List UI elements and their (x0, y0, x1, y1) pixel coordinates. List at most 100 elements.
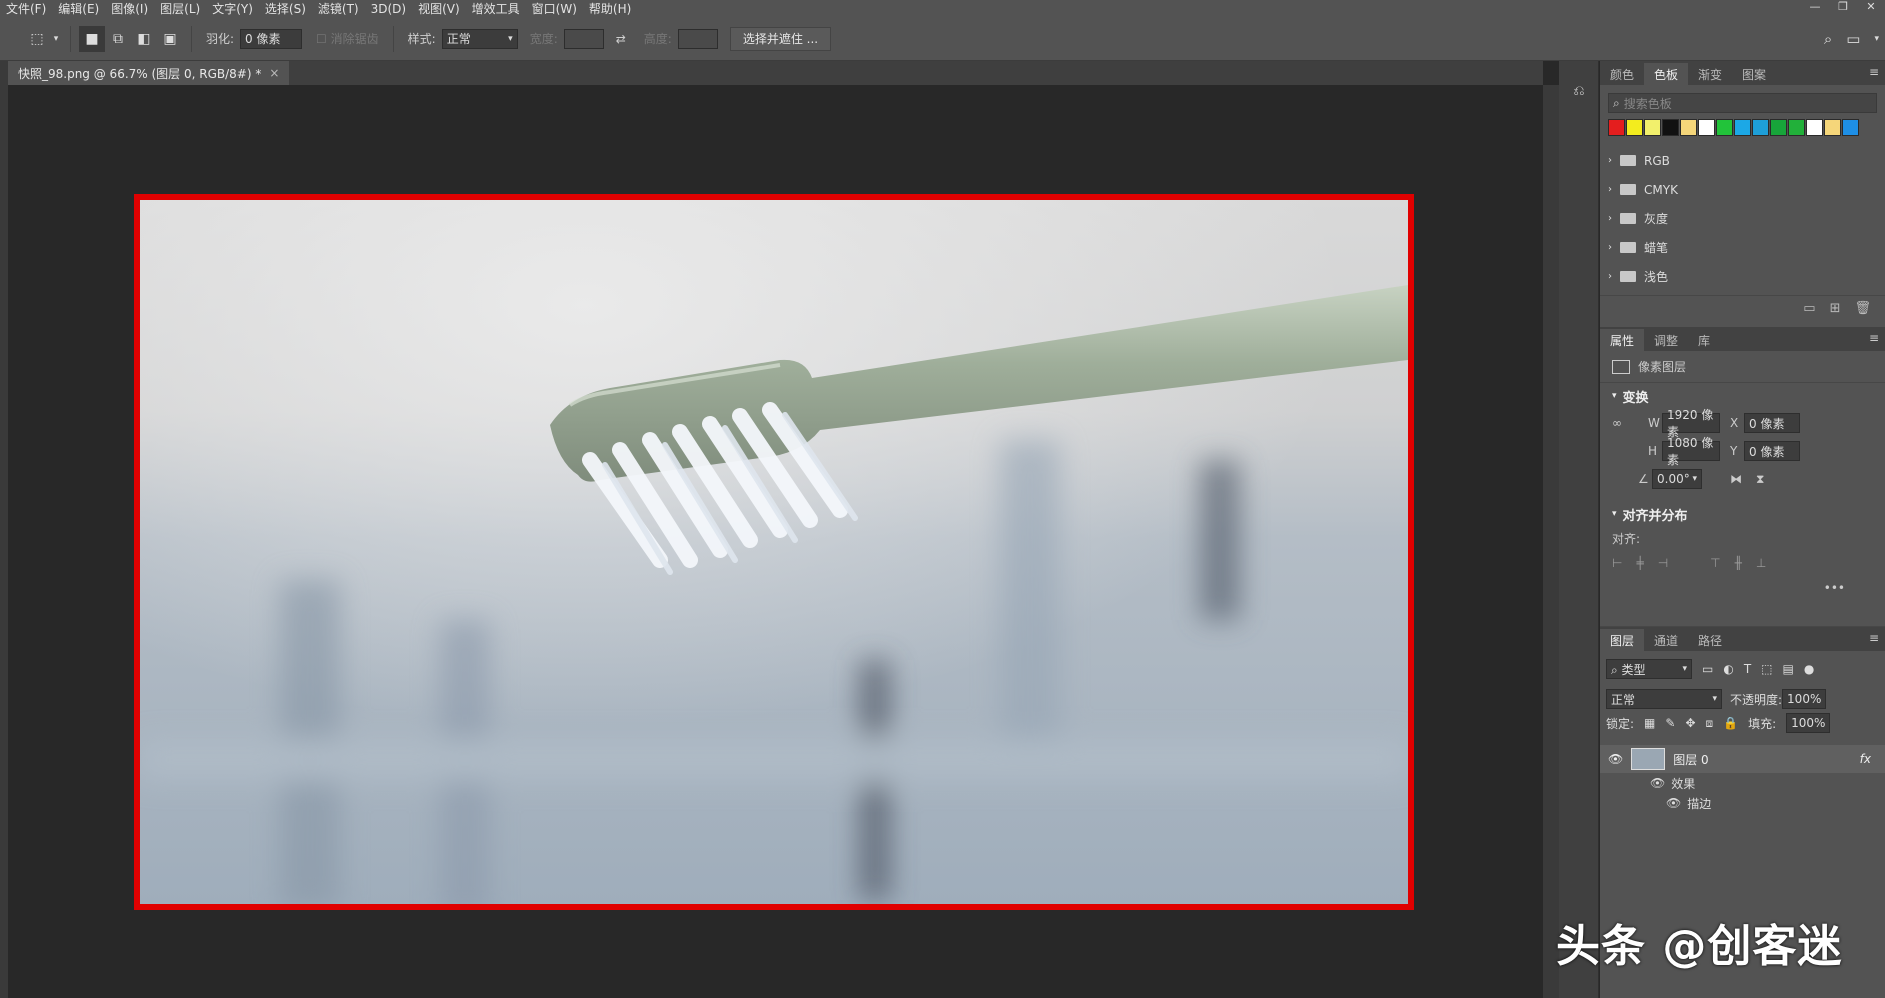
add-selection-icon[interactable]: ⧉ (105, 26, 131, 52)
tab-properties[interactable]: 属性 (1600, 329, 1645, 351)
color-swatch[interactable] (1626, 119, 1643, 136)
fx-badge[interactable]: fx (1860, 752, 1871, 766)
width-input[interactable] (563, 28, 604, 49)
feather-input[interactable]: 0 像素 (240, 28, 303, 49)
menu-item[interactable]: 文件(F) (0, 0, 52, 17)
opacity-field[interactable]: 100% (1782, 689, 1827, 709)
tab-adjustments[interactable]: 调整 (1644, 329, 1688, 351)
menu-item[interactable]: 3D(D) (365, 2, 412, 16)
height-input[interactable] (677, 28, 718, 49)
filter-toggle-icon[interactable]: ● (1804, 662, 1814, 676)
menu-item[interactable]: 图像(I) (105, 0, 154, 17)
height-field[interactable]: 1080 像素 (1662, 436, 1720, 467)
eye-icon[interactable]: 👁 (1608, 752, 1623, 766)
new-group-icon[interactable]: ▭ (1803, 301, 1815, 316)
color-swatch[interactable] (1788, 119, 1805, 136)
swatches-search[interactable]: ⌕ 搜索色板 (1608, 93, 1877, 113)
menu-item[interactable]: 图层(L) (154, 0, 206, 17)
color-swatch[interactable] (1662, 119, 1679, 136)
menu-item[interactable]: 选择(S) (259, 0, 312, 17)
align-section-header[interactable]: ▾ 对齐并分布 (1600, 501, 1885, 527)
menu-item[interactable]: 窗口(W) (526, 0, 583, 17)
tab-channels[interactable]: 通道 (1644, 629, 1688, 651)
blend-mode-select[interactable]: 正常 ▾ (1606, 689, 1722, 709)
align-top-icon[interactable]: ⊤ (1710, 556, 1720, 570)
filter-kind-select[interactable]: ⌕ 类型 ▾ (1606, 659, 1692, 679)
eye-icon[interactable]: 👁 (1666, 796, 1681, 810)
color-swatch[interactable] (1608, 119, 1625, 136)
search-icon[interactable]: ⌕ (1824, 30, 1832, 48)
menu-item[interactable]: 文字(Y) (206, 0, 259, 17)
filter-adjustment-icon[interactable]: ◐ (1723, 662, 1733, 676)
color-swatch[interactable] (1644, 119, 1661, 136)
lock-paint-icon[interactable]: ✎ (1665, 716, 1675, 730)
layer-row[interactable]: 👁 图层 0 fx (1600, 745, 1885, 773)
more-icon[interactable]: ••• (1824, 581, 1845, 595)
swap-icon[interactable]: ⇄ (616, 32, 626, 46)
color-swatch[interactable] (1680, 119, 1697, 136)
tab-libraries[interactable]: 库 (1688, 329, 1720, 351)
layer-name[interactable]: 图层 0 (1673, 751, 1851, 768)
subtract-selection-icon[interactable]: ◧ (131, 26, 157, 52)
menu-item[interactable]: 编辑(E) (52, 0, 105, 17)
stroke-effect-row[interactable]: 👁 描边 (1600, 793, 1885, 813)
menu-item[interactable]: 视图(V) (412, 0, 466, 17)
lock-transparent-icon[interactable]: ▦ (1644, 716, 1655, 730)
restore-icon[interactable]: ❐ (1829, 0, 1857, 17)
antialias-checkbox[interactable]: ☐ 消除锯齿 (316, 30, 379, 47)
fill-field[interactable]: 100% (1786, 713, 1831, 733)
color-swatch[interactable] (1716, 119, 1733, 136)
new-swatch-icon[interactable]: ⊞ (1830, 301, 1841, 316)
chevron-down-icon[interactable]: ▾ (1874, 34, 1879, 44)
close-tab-icon[interactable]: × (269, 66, 279, 80)
intersect-selection-icon[interactable]: ▣ (157, 26, 183, 52)
menu-item[interactable]: 帮助(H) (583, 0, 637, 17)
marquee-tool-icon[interactable]: ⬚ (24, 26, 50, 52)
tab-patterns[interactable]: 图案 (1732, 63, 1776, 85)
lock-position-icon[interactable]: ✥ (1685, 716, 1695, 730)
align-bottom-icon[interactable]: ⊥ (1756, 556, 1766, 570)
new-selection-icon[interactable]: ■ (79, 25, 105, 52)
panel-menu-icon[interactable]: ≡ (1869, 331, 1879, 345)
menu-item[interactable]: 滤镜(T) (312, 0, 365, 17)
swatch-group[interactable]: › 浅色 (1600, 262, 1885, 291)
color-swatch[interactable] (1806, 119, 1823, 136)
transform-section-header[interactable]: ▾ 变换 (1600, 383, 1885, 409)
y-field[interactable]: 0 像素 (1744, 441, 1800, 461)
tab-gradients[interactable]: 渐变 (1688, 63, 1732, 85)
trash-icon[interactable]: 🗑 (1854, 301, 1871, 316)
workspace-icon[interactable]: ▭ (1846, 30, 1860, 48)
color-swatch[interactable] (1752, 119, 1769, 136)
document-tab[interactable]: 快照_98.png @ 66.7% (图层 0, RGB/8#) * × (8, 61, 290, 85)
style-select[interactable]: 正常 ▾ (441, 28, 518, 49)
history-icon[interactable]: ⎌ (1569, 83, 1589, 103)
color-swatch[interactable] (1842, 119, 1859, 136)
close-window-icon[interactable]: ✕ (1857, 0, 1885, 17)
eye-icon[interactable]: 👁 (1650, 776, 1665, 790)
effects-row[interactable]: 👁 效果 (1600, 773, 1885, 793)
width-field[interactable]: 1920 像素 (1662, 408, 1720, 439)
tab-color[interactable]: 颜色 (1600, 63, 1644, 85)
align-vcenter-icon[interactable]: ╫ (1735, 556, 1742, 570)
panel-menu-icon[interactable]: ≡ (1869, 65, 1879, 79)
select-and-mask-button[interactable]: 选择并遮住 ... (729, 26, 832, 51)
angle-field[interactable]: 0.00° ▾ (1652, 469, 1702, 489)
x-field[interactable]: 0 像素 (1744, 413, 1800, 433)
tab-swatches[interactable]: 色板 (1644, 63, 1689, 85)
align-hcenter-icon[interactable]: ╪ (1636, 556, 1643, 570)
minimize-icon[interactable]: — (1801, 0, 1829, 17)
chevron-down-icon[interactable]: ▾ (50, 26, 62, 52)
swatch-group[interactable]: › CMYK (1600, 175, 1885, 204)
filter-shape-icon[interactable]: ⬚ (1761, 662, 1772, 676)
tab-paths[interactable]: 路径 (1688, 629, 1732, 651)
swatch-group[interactable]: › 蜡笔 (1600, 233, 1885, 262)
link-icon[interactable]: ∞ (1612, 416, 1634, 430)
flip-horizontal-icon[interactable]: ⧓ (1730, 472, 1742, 486)
color-swatch[interactable] (1698, 119, 1715, 136)
lock-all-icon[interactable]: 🔒 (1723, 716, 1738, 730)
align-right-icon[interactable]: ⊣ (1658, 556, 1668, 570)
color-swatch[interactable] (1824, 119, 1841, 136)
filter-smart-icon[interactable]: ▤ (1783, 662, 1794, 676)
vertical-scrollbar[interactable] (1543, 85, 1559, 998)
menu-item[interactable]: 增效工具 (466, 0, 526, 17)
